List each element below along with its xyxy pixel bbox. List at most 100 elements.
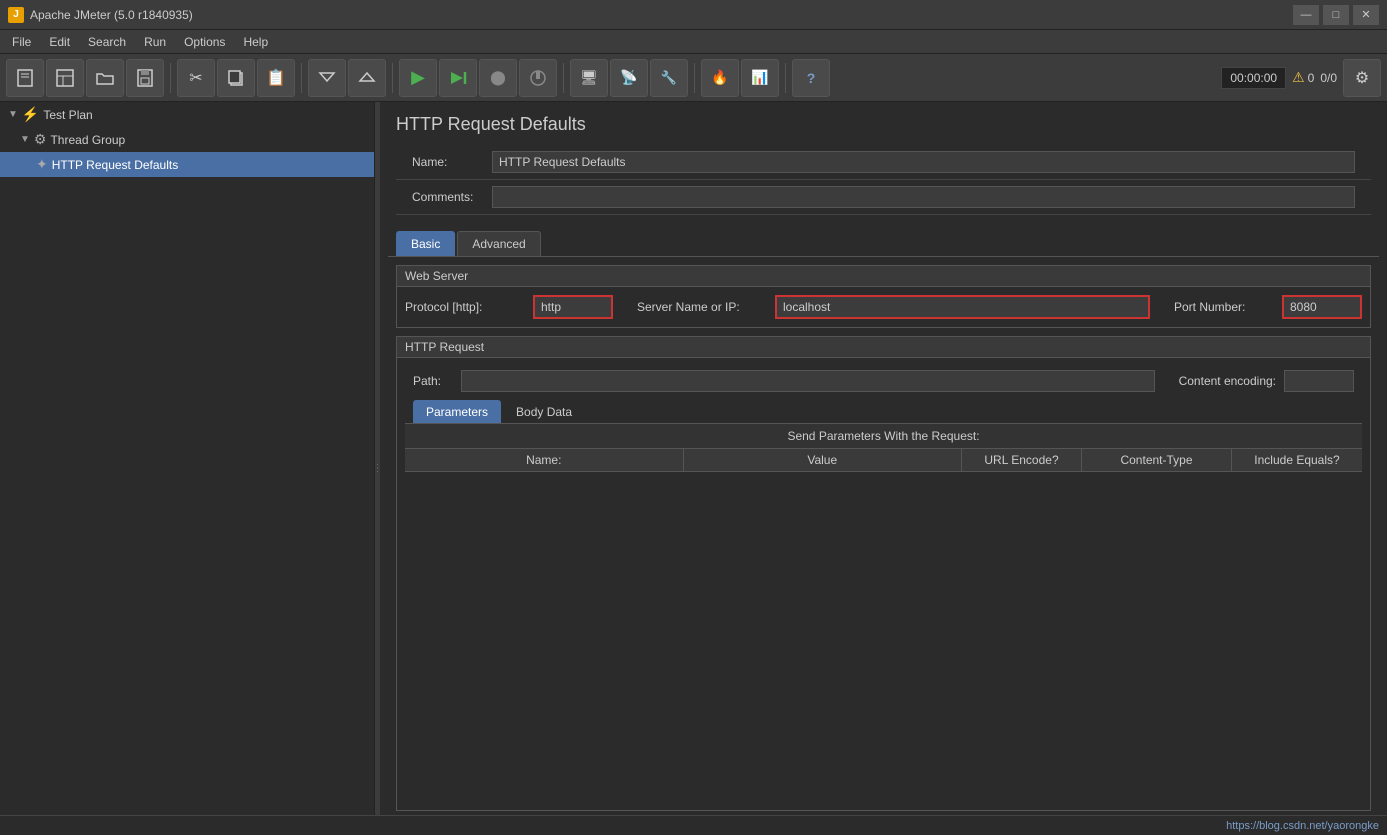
sidebar-item-thread-group[interactable]: ▼ ⚙ Thread Group xyxy=(0,127,374,152)
clear-button[interactable]: 🔥 xyxy=(701,59,739,97)
panel-title: HTTP Request Defaults xyxy=(396,114,1371,135)
thread-group-icon: ⚙ xyxy=(34,131,47,148)
path-input[interactable] xyxy=(461,370,1155,392)
web-server-title: Web Server xyxy=(397,266,1370,287)
port-input[interactable] xyxy=(1282,295,1362,319)
http-request-title: HTTP Request xyxy=(397,337,1370,358)
sidebar-item-http-label: HTTP Request Defaults xyxy=(52,158,179,172)
port-label: Port Number: xyxy=(1174,300,1274,314)
tab-content-area: Web Server Protocol [http]: Server Name … xyxy=(388,256,1379,827)
save-button[interactable] xyxy=(126,59,164,97)
comments-label: Comments: xyxy=(412,190,492,204)
col-include-equals: Include Equals? xyxy=(1232,449,1362,471)
separator-1 xyxy=(170,63,171,93)
menu-file[interactable]: File xyxy=(4,33,39,51)
toolbar-right: 00:00:00 ⚠ 0 0/0 ⚙ xyxy=(1221,59,1381,97)
web-server-section: Web Server Protocol [http]: Server Name … xyxy=(396,265,1371,328)
copy-button[interactable] xyxy=(217,59,255,97)
name-input[interactable] xyxy=(492,151,1355,173)
separator-4 xyxy=(563,63,564,93)
content-panel: HTTP Request Defaults Name: Comments: Ba… xyxy=(380,102,1387,835)
remote-shutdown-button[interactable]: 🔧 xyxy=(650,59,688,97)
cut-button[interactable]: ✂ xyxy=(177,59,215,97)
params-body xyxy=(405,472,1362,802)
protocol-input[interactable] xyxy=(533,295,613,319)
params-columns: Name: Value URL Encode? Content-Type Inc… xyxy=(405,449,1362,472)
params-area: Send Parameters With the Request: Name: … xyxy=(405,424,1362,802)
sidebar-item-label: Test Plan xyxy=(43,108,92,122)
warning-count: 0 xyxy=(1308,71,1315,85)
title-bar-left: J Apache JMeter (5.0 r1840935) xyxy=(8,7,193,23)
sidebar-item-thread-label: Thread Group xyxy=(50,133,125,147)
test-plan-icon: ⚡ xyxy=(22,106,39,123)
col-value: Value xyxy=(684,449,963,471)
expand-button[interactable] xyxy=(308,59,346,97)
app-title: Apache JMeter (5.0 r1840935) xyxy=(30,8,193,22)
col-url-encode: URL Encode? xyxy=(962,449,1082,471)
web-server-content: Protocol [http]: Server Name or IP: Port… xyxy=(397,287,1370,327)
encoding-input[interactable] xyxy=(1284,370,1354,392)
run-button[interactable]: ▶ xyxy=(399,59,437,97)
new-button[interactable] xyxy=(6,59,44,97)
templates-button[interactable] xyxy=(46,59,84,97)
protocol-label: Protocol [http]: xyxy=(405,300,525,314)
settings-button[interactable]: ⚙ xyxy=(1343,59,1381,97)
window-controls[interactable]: — □ ✕ xyxy=(1293,5,1379,25)
run-no-pause-button[interactable] xyxy=(439,59,477,97)
tab-basic[interactable]: Basic xyxy=(396,231,455,256)
status-url: https://blog.csdn.net/yaorongke xyxy=(1226,820,1379,832)
status-bar: https://blog.csdn.net/yaorongke xyxy=(0,815,1387,835)
encoding-label: Content encoding: xyxy=(1179,374,1276,388)
col-content-type: Content-Type xyxy=(1082,449,1232,471)
inner-tab-body-data[interactable]: Body Data xyxy=(503,400,585,423)
title-bar: J Apache JMeter (5.0 r1840935) — □ ✕ xyxy=(0,0,1387,30)
menu-edit[interactable]: Edit xyxy=(41,33,78,51)
name-row: Name: xyxy=(396,145,1371,180)
separator-3 xyxy=(392,63,393,93)
server-label: Server Name or IP: xyxy=(637,300,767,314)
warning-status: ⚠ 0 xyxy=(1292,69,1314,86)
minimize-button[interactable]: — xyxy=(1293,5,1319,25)
expand-icon: ▼ xyxy=(8,109,18,120)
menu-options[interactable]: Options xyxy=(176,33,233,51)
menu-help[interactable]: Help xyxy=(235,33,276,51)
stop-button[interactable]: ⬤ xyxy=(479,59,517,97)
separator-2 xyxy=(301,63,302,93)
sidebar: ▼ ⚡ Test Plan ▼ ⚙ Thread Group ✦ HTTP Re… xyxy=(0,102,375,835)
help-button[interactable]: ? xyxy=(792,59,830,97)
separator-6 xyxy=(785,63,786,93)
sidebar-item-test-plan[interactable]: ▼ ⚡ Test Plan xyxy=(0,102,374,127)
panel-header: HTTP Request Defaults Name: Comments: xyxy=(380,102,1387,223)
tab-bar: Basic Advanced xyxy=(380,223,1387,256)
path-label: Path: xyxy=(413,374,453,388)
http-request-content: Path: Content encoding: Parameters Body … xyxy=(397,358,1370,810)
collapse-button[interactable] xyxy=(348,59,386,97)
params-header: Send Parameters With the Request: xyxy=(405,424,1362,449)
server-input[interactable] xyxy=(775,295,1150,319)
open-button[interactable] xyxy=(86,59,124,97)
timer-display: 00:00:00 xyxy=(1221,67,1286,89)
inner-tab-bar: Parameters Body Data xyxy=(405,396,1362,424)
error-status: 0/0 xyxy=(1320,71,1337,85)
menu-search[interactable]: Search xyxy=(80,33,134,51)
menu-run[interactable]: Run xyxy=(136,33,174,51)
maximize-button[interactable]: □ xyxy=(1323,5,1349,25)
error-count: 0/0 xyxy=(1320,71,1337,85)
main-layout: ▼ ⚡ Test Plan ▼ ⚙ Thread Group ✦ HTTP Re… xyxy=(0,102,1387,835)
close-button[interactable]: ✕ xyxy=(1353,5,1379,25)
col-name: Name: xyxy=(405,449,684,471)
clear-all-button[interactable]: 📊 xyxy=(741,59,779,97)
paste-button[interactable]: 📋 xyxy=(257,59,295,97)
tab-advanced[interactable]: Advanced xyxy=(457,231,540,256)
separator-5 xyxy=(694,63,695,93)
shutdown-button[interactable] xyxy=(519,59,557,97)
remote-start-button[interactable]: 🖥 xyxy=(570,59,608,97)
comments-input[interactable] xyxy=(492,186,1355,208)
remote-stop-button[interactable]: 📡 xyxy=(610,59,648,97)
name-label: Name: xyxy=(412,155,492,169)
comments-row: Comments: xyxy=(396,180,1371,215)
inner-tab-parameters[interactable]: Parameters xyxy=(413,400,501,423)
sidebar-item-http-defaults[interactable]: ✦ HTTP Request Defaults xyxy=(0,152,374,177)
menu-bar: File Edit Search Run Options Help xyxy=(0,30,1387,54)
path-row: Path: Content encoding: xyxy=(405,366,1362,396)
